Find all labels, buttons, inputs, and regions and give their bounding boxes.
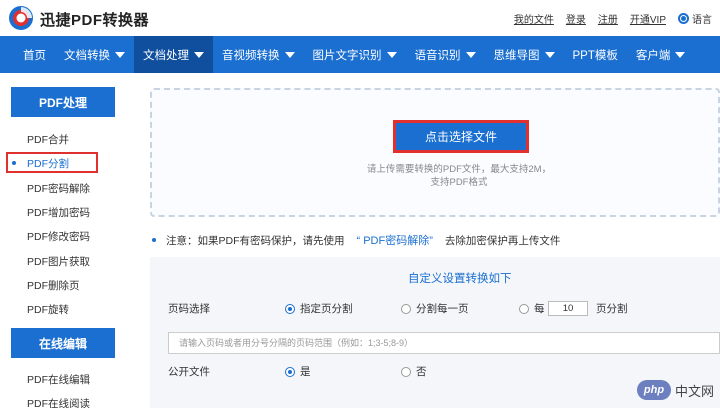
nav-item-label: 图片文字识别: [312, 49, 382, 62]
caret-down-icon: [115, 51, 125, 58]
nav-item-0[interactable]: 首页: [14, 36, 55, 73]
globe-icon: [678, 13, 689, 24]
notice-bullet: [152, 238, 156, 242]
top-bar: 迅捷PDF转换器 我的文件 登录 注册 开通VIP 语言: [0, 0, 720, 36]
active-item-bullet: [12, 161, 16, 165]
language-label: 语言: [692, 15, 712, 26]
nav-item-2[interactable]: 文档处理: [134, 36, 213, 73]
every-n-pages-input[interactable]: [548, 301, 588, 316]
sidebar-item[interactable]: PDF在线编辑: [27, 372, 90, 387]
radio-each-page-label: 分割每一页: [416, 303, 469, 315]
active-item-highlight: [6, 152, 98, 173]
sidebar-item[interactable]: PDF修改密码: [27, 229, 90, 244]
nav-item-label: 文档处理: [143, 49, 189, 62]
caret-down-icon: [386, 51, 397, 58]
radio-each-page[interactable]: 分割每一页: [401, 301, 469, 316]
nav-item-label: PPT模板: [572, 49, 618, 62]
radio-circle: [401, 303, 411, 314]
radio-circle: [285, 366, 295, 377]
select-file-button[interactable]: 点击选择文件: [393, 120, 529, 153]
sidebar-item[interactable]: PDF图片获取: [27, 254, 90, 269]
radio-every-prefix: 每: [534, 303, 545, 315]
sidebar: PDF处理 PDF合并 PDF分割 PDF密码解除 PDF增加密码 PDF修改密码 PDF…: [0, 73, 150, 408]
site-watermark: php 中文网: [636, 380, 714, 400]
radio-public-no-label: 否: [416, 366, 427, 378]
top-links: 我的文件 登录 注册 开通VIP 语言: [514, 11, 712, 26]
nav-item-label: 客户端: [635, 49, 671, 62]
radio-circle: [519, 303, 529, 314]
notice-suffix: 去除加密保护再上传文件: [444, 234, 561, 247]
nav-item-1[interactable]: 文档转换: [55, 36, 134, 73]
caret-down-icon: [675, 51, 686, 58]
pdf-unlock-link[interactable]: “ PDF密码解除”: [357, 232, 433, 248]
radio-specified-pages-label: 指定页分割: [300, 303, 353, 315]
language-selector[interactable]: 语言: [678, 11, 712, 26]
nav-item-3[interactable]: 音视频转换: [213, 36, 304, 73]
watermark-text: 中文网: [674, 383, 714, 399]
nav-item-label: 语音识别: [414, 49, 461, 62]
sidebar-item[interactable]: PDF增加密码: [27, 205, 90, 220]
settings-title: 自定义设置转换如下: [408, 273, 512, 285]
vip-link[interactable]: 开通VIP: [630, 11, 666, 26]
sidebar-item[interactable]: PDF合并: [27, 132, 69, 147]
sidebar-section-pdf-processing: PDF处理: [11, 87, 115, 117]
page-select-label: 页码选择: [168, 303, 210, 315]
upload-hint-line1: 请上传需要转换的PDF文件，最大支持2M，: [366, 164, 552, 175]
caret-down-icon: [194, 51, 204, 58]
my-files-link[interactable]: 我的文件: [514, 11, 554, 26]
radio-circle: [285, 303, 295, 314]
sidebar-item[interactable]: PDF删除页: [27, 278, 80, 293]
radio-public-yes-label: 是: [300, 366, 311, 378]
caret-down-icon: [465, 51, 476, 58]
nav-item-5[interactable]: 语音识别: [406, 36, 485, 73]
sidebar-item[interactable]: PDF旋转: [27, 302, 69, 317]
sidebar-item[interactable]: PDF密码解除: [27, 181, 90, 196]
public-file-label: 公开文件: [168, 366, 210, 378]
radio-public-yes[interactable]: 是: [285, 364, 311, 379]
radio-public-no[interactable]: 否: [401, 364, 427, 379]
nav-item-8[interactable]: 客户端: [627, 36, 695, 73]
password-notice: 注意：如果PDF有密码保护，请先使用 “ PDF密码解除” 去除加密保护再上传文…: [152, 232, 560, 248]
every-suffix-label: 页分割: [596, 303, 628, 315]
radio-specified-pages[interactable]: 指定页分割: [285, 301, 353, 316]
nav-item-7[interactable]: PPT模板: [564, 36, 627, 73]
sidebar-item[interactable]: PDF在线阅读: [27, 396, 90, 408]
app-title: 迅捷PDF转换器: [40, 12, 150, 29]
nav-item-label: 音视频转换: [222, 49, 280, 62]
register-link[interactable]: 注册: [598, 11, 618, 26]
login-link[interactable]: 登录: [566, 11, 586, 26]
page-range-input[interactable]: [168, 332, 720, 354]
upload-hint: 请上传需要转换的PDF文件，最大支持2M， 支持PDF格式: [358, 163, 560, 189]
notice-prefix: 注意：如果PDF有密码保护，请先使用: [166, 234, 345, 247]
nav-item-4[interactable]: 图片文字识别: [304, 36, 406, 73]
upload-hint-line2: 支持PDF格式: [430, 177, 488, 188]
caret-down-icon: [284, 51, 295, 58]
nav-item-label: 文档转换: [64, 49, 110, 62]
nav-item-label: 思维导图: [493, 49, 540, 62]
main-nav: 首页 文档转换 文档处理 音视频转换 图片文字识别 语音识别 思维导图 PPT模板 客户端: [0, 36, 720, 73]
app-logo-icon[interactable]: [8, 5, 34, 31]
caret-down-icon: [544, 51, 555, 58]
nav-item-label: 首页: [23, 49, 46, 62]
watermark-logo: php: [636, 380, 671, 400]
radio-every-n-pages[interactable]: 每: [519, 301, 545, 316]
nav-item-6[interactable]: 思维导图: [485, 36, 564, 73]
radio-circle: [401, 366, 411, 377]
sidebar-section-online-edit: 在线编辑: [11, 328, 115, 358]
